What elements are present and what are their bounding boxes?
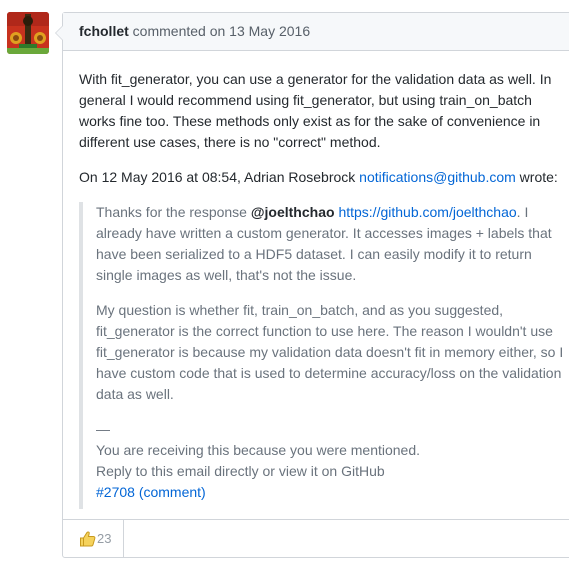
email-quote: Thanks for the response @joelthchao http… [79,202,565,509]
reply-suffix: wrote: [515,169,558,185]
author-link[interactable]: fchollet [79,23,129,39]
reactions-bar: 23 [63,519,569,557]
quote-paragraph-1: Thanks for the response @joelthchao http… [96,202,565,286]
reply-intro-text: On 12 May 2016 at 08:54, Adrian Rosebroc… [79,169,360,185]
thumbs-up-icon [80,531,96,547]
thumbs-up-reaction-button[interactable]: 23 [63,520,124,557]
footer-notice: You are receiving this because you were … [96,442,421,458]
profile-link[interactable]: https://github.com/joelthchao [338,204,516,220]
separator: — [96,421,110,437]
reply-intro: On 12 May 2016 at 08:54, Adrian Rosebroc… [79,167,565,188]
thumbs-up-count: 23 [97,531,112,546]
comment-header: fchollet commented on 13 May 2016 [63,13,569,51]
issue-comment-link[interactable]: #2708 (comment) [96,482,565,503]
comment-paragraph: With fit_generator, you can use a genera… [79,71,552,150]
email-link[interactable]: notifications@github.com [359,169,516,185]
email-footer: — You are receiving this because you wer… [96,419,565,509]
avatar-image [7,12,49,54]
quote-paragraph-2: My question is whether fit, train_on_bat… [96,302,564,402]
comment-body: With fit_generator, you can use a genera… [63,51,569,509]
comment-action: commented on [132,23,226,39]
avatar[interactable] [7,12,49,54]
footer-reply: Reply to this email directly or view it … [96,463,385,479]
user-mention[interactable]: @joelthchao [251,204,335,220]
quote-text: Thanks for the response [96,204,251,220]
comment-date-link[interactable]: 13 May 2016 [229,23,310,39]
comment-container: fchollet commented on 13 May 2016 With f… [55,12,569,558]
